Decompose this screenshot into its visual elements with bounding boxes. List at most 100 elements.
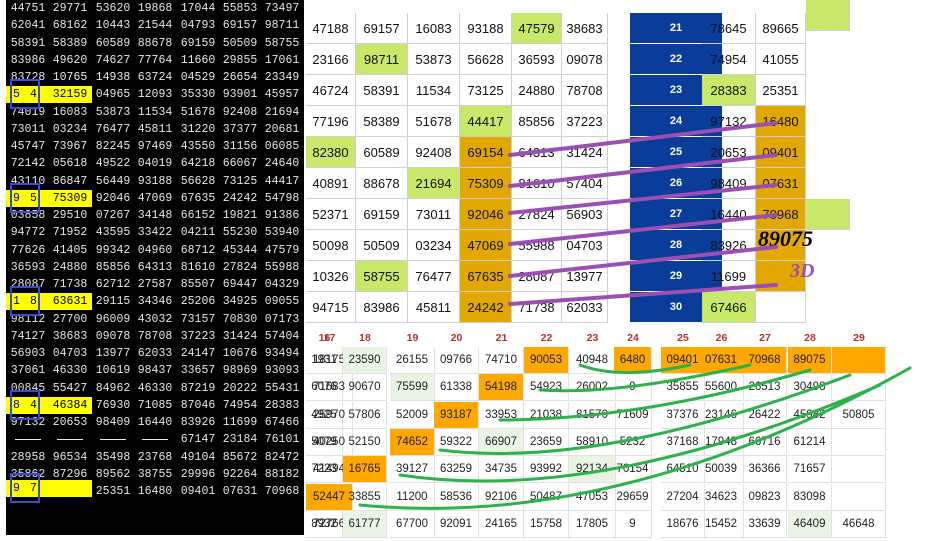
left-panel-number: 63631 xyxy=(48,293,92,311)
left-panel-number: 24242 xyxy=(222,191,258,205)
predicted-number: 89075 xyxy=(758,226,813,251)
result-cell: 69154 xyxy=(460,137,512,168)
left-panel-number: 50509 xyxy=(222,36,258,50)
result-cell: 58389 xyxy=(356,106,408,137)
grid-cell: 58536 xyxy=(434,483,479,511)
left-panel-number: 58391 xyxy=(10,36,46,50)
result-cell: 78708 xyxy=(562,75,608,106)
grid-cell: 83098 xyxy=(788,483,832,511)
left-panel-number: 43595 xyxy=(95,226,131,240)
right-value-cell: 98409 xyxy=(702,168,756,199)
dash-separator xyxy=(57,439,83,441)
grid-cell: 52009 xyxy=(390,401,435,429)
left-panel-row: 74127 38683 09078 78708 37223 31424 57404 xyxy=(6,328,304,345)
left-panel-number: 10676 xyxy=(222,347,258,360)
left-panel-number: 93494 xyxy=(264,347,300,360)
grid-cell: 09766 xyxy=(434,347,479,374)
right-value-cell: 89665 xyxy=(756,13,806,44)
result-cell: 36593 xyxy=(512,44,562,75)
left-panel-number: 29115 xyxy=(95,295,131,309)
result-cell: 75309 xyxy=(460,168,512,199)
dash-separator xyxy=(142,439,168,441)
left-panel-number: 12093 xyxy=(137,88,173,102)
left-panel-number: 57404 xyxy=(264,329,300,343)
grid-cell: 70154 xyxy=(614,456,652,484)
left-panel-number: 68712 xyxy=(180,243,216,257)
left-panel-number: 58389 xyxy=(52,36,88,50)
left-panel-number: 98711 xyxy=(264,19,300,33)
left-panel-number: 38755 xyxy=(137,467,173,481)
left-panel-number: 67147 xyxy=(180,433,216,447)
left-panel-number: 20653 xyxy=(52,416,88,429)
right-value-cell: 28383 xyxy=(702,75,756,106)
left-panel-number: 77764 xyxy=(137,53,173,67)
result-cell: 58391 xyxy=(356,75,408,106)
result-cell: 10326 xyxy=(306,261,356,292)
result-cell: 23166 xyxy=(306,44,356,75)
left-panel-number: 87046 xyxy=(180,398,216,412)
grid-cell: 92091 xyxy=(434,510,479,538)
grid-cell: 39127 xyxy=(390,456,435,484)
left-panel-number: 46384 xyxy=(48,396,92,414)
left-panel-number: 04329 xyxy=(264,278,300,291)
grid-column-header: 18 xyxy=(359,332,371,344)
left-panel-number: 27824 xyxy=(222,260,258,274)
grid-cell: 09823 xyxy=(743,483,787,511)
grid-column-header: 19 xyxy=(406,332,419,344)
results-table: 47188 69157 16083 93188 47579 38683 23166 98711… xyxy=(306,0,608,325)
left-panel-number: 67635 xyxy=(180,191,216,205)
left-panel-number: 55988 xyxy=(264,260,300,274)
result-cell: 94715 xyxy=(306,292,356,323)
left-panel-number: 16083 xyxy=(52,105,88,119)
left-panel-row: 00845 55427 84962 46330 87219 20222 55431 xyxy=(6,380,304,397)
left-panel-number: 75309 xyxy=(48,189,92,207)
result-cell: 50098 xyxy=(306,230,356,261)
left-panel-number: 85856 xyxy=(95,260,131,274)
left-panel-number: 69447 xyxy=(222,278,258,291)
left-panel-number: 62041 xyxy=(10,19,46,33)
left-panel-row: 32159 04965 12093 35330 93901 45957 xyxy=(6,86,304,104)
grid-cell: 50039 xyxy=(699,456,744,484)
grid-cell: 07631 xyxy=(699,347,744,374)
grid-cell: 40948 xyxy=(569,347,616,374)
result-cell: 93188 xyxy=(460,13,512,44)
position-marker-sub: 4 xyxy=(30,88,37,102)
left-panel-number: 04965 xyxy=(95,88,131,102)
result-cell: 28087 xyxy=(512,261,562,292)
grid-column-header: 23 xyxy=(586,332,599,344)
grid-cell: 61214 xyxy=(788,428,832,456)
left-panel-number: 55431 xyxy=(264,381,300,395)
result-cell: 46724 xyxy=(306,75,356,106)
left-panel-number: 23768 xyxy=(137,450,173,464)
grid-column-header: 21 xyxy=(495,332,508,344)
left-panel-number: 76101 xyxy=(264,433,300,447)
grid-cell: 92106 xyxy=(479,483,524,511)
left-panel-number: 70968 xyxy=(264,485,300,498)
grid-cell: 17805 xyxy=(569,510,616,538)
left-panel-row: 72142 05618 49522 04019 64218 66067 24640 xyxy=(6,155,304,172)
grid-cell: 23590 xyxy=(343,347,387,374)
left-panel-row: 94772 71952 43595 33422 04211 55230 53940 xyxy=(6,224,304,241)
left-panel-number: 58755 xyxy=(264,36,300,50)
grid-cell: 74710 xyxy=(479,347,524,374)
left-panel-row: 62041 68162 10443 21544 04793 69157 98711 xyxy=(6,17,304,34)
left-panel-number: 41405 xyxy=(52,243,88,257)
grid-cell: 9 xyxy=(614,374,652,402)
right-value-cell: 16480 xyxy=(756,106,806,137)
result-cell: 24242 xyxy=(460,292,512,323)
left-panel-number: 99342 xyxy=(95,243,131,257)
left-panel-number: 07267 xyxy=(95,209,131,222)
position-marker-label: 9 xyxy=(13,482,20,495)
grid-cell: 71609 xyxy=(614,401,652,429)
left-panel-number: 49522 xyxy=(95,157,131,171)
left-panel-row: 83986 49620 74627 77764 11660 29855 17061 xyxy=(6,52,304,69)
left-panel-number: 16480 xyxy=(137,485,173,498)
right-green-marker xyxy=(806,0,850,31)
prediction-tag: 3D xyxy=(790,260,815,282)
left-panel-number: 60589 xyxy=(95,36,131,50)
left-panel-number: 20681 xyxy=(264,122,300,136)
result-cell: 37223 xyxy=(562,106,608,137)
dash-separator xyxy=(100,439,126,441)
result-cell: 44417 xyxy=(460,106,512,137)
grid-cell: 46409 xyxy=(788,510,832,538)
